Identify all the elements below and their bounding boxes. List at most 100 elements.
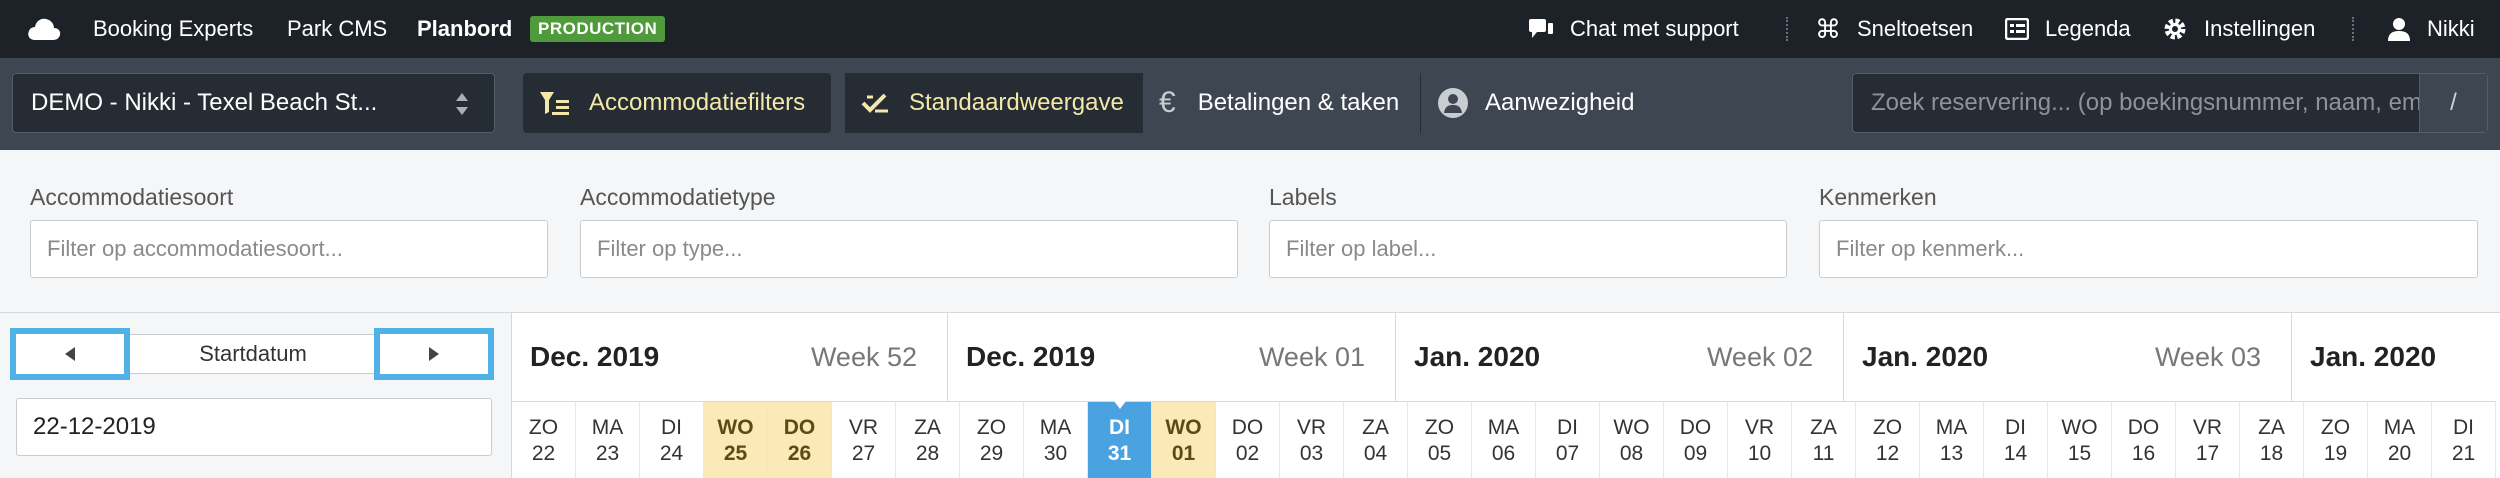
day-cell[interactable]: MA 06 — [1472, 401, 1536, 478]
filter-input-labels[interactable]: Filter op label... — [1269, 220, 1787, 278]
day-number: 15 — [2067, 441, 2092, 465]
day-number: 10 — [1747, 441, 1772, 465]
day-cell[interactable]: DI 21 — [2432, 401, 2496, 478]
view-presence-label: Aanwezigheid — [1485, 89, 1635, 116]
filter-label-accommodation-kind: Accommodatiesoort — [30, 184, 234, 210]
day-number: 24 — [659, 441, 684, 465]
accommodation-filters-button[interactable]: Accommodatiefilters — [523, 73, 831, 133]
day-weekday: WO — [1613, 415, 1650, 439]
view-standard[interactable]: Standaardweergave — [845, 73, 1142, 133]
day-cell[interactable]: VR 10 — [1728, 401, 1792, 478]
filter-input-accommodation-kind[interactable]: Filter op accommodatiesoort... — [30, 220, 548, 278]
day-cell[interactable]: MA 13 — [1920, 401, 1984, 478]
filter-icon — [539, 90, 571, 116]
week-month: Dec. 2019 — [530, 341, 660, 372]
day-weekday: ZA — [2258, 415, 2285, 439]
day-cell[interactable]: WO 25 — [704, 401, 768, 478]
filter-label-labels: Labels — [1269, 184, 1337, 210]
day-cell[interactable]: DI 14 — [1984, 401, 2048, 478]
day-cell[interactable]: ZO 22 — [512, 401, 576, 478]
view-presence[interactable]: Aanwezigheid — [1420, 73, 1660, 133]
day-number: 16 — [2131, 441, 2156, 465]
day-weekday: ZO — [528, 415, 559, 439]
day-cell[interactable]: MA 23 — [576, 401, 640, 478]
day-number: 14 — [2003, 441, 2028, 465]
week-header: Jan. 2020 — [2292, 313, 2500, 401]
day-cell[interactable]: WO 01 — [1152, 401, 1216, 478]
shortcuts-link[interactable]: ⌘ Sneltoetsen — [1815, 0, 1973, 58]
cloud-logo-icon[interactable] — [26, 0, 62, 58]
day-cell[interactable]: ZO 29 — [960, 401, 1024, 478]
day-cell[interactable]: ZA 11 — [1792, 401, 1856, 478]
filter-label-features: Kenmerken — [1819, 184, 1937, 210]
park-select-value: DEMO - Nikki - Texel Beach St... — [31, 89, 378, 116]
day-cell[interactable]: ZO 05 — [1408, 401, 1472, 478]
toolbar: DEMO - Nikki - Texel Beach St... Accommo… — [0, 58, 2500, 150]
user-name: Nikki — [2427, 16, 2475, 41]
select-arrows-icon — [454, 90, 470, 118]
day-cell-today[interactable]: DI 31 — [1088, 401, 1152, 478]
day-cell[interactable]: DO 09 — [1664, 401, 1728, 478]
park-select[interactable]: DEMO - Nikki - Texel Beach St... — [12, 73, 495, 133]
view-payments-tasks[interactable]: € Betalingen & taken — [1142, 73, 1420, 133]
day-cell[interactable]: ZA 28 — [896, 401, 960, 478]
legend-icon — [2005, 18, 2029, 40]
view-payments-tasks-label: Betalingen & taken — [1197, 89, 1400, 116]
day-weekday: ZO — [2320, 415, 2351, 439]
day-number: 19 — [2323, 441, 2348, 465]
day-number: 17 — [2195, 441, 2220, 465]
filter-input-accommodation-type[interactable]: Filter op type... — [580, 220, 1238, 278]
legend-link[interactable]: Legenda — [2005, 0, 2131, 58]
day-cell[interactable]: WO 08 — [1600, 401, 1664, 478]
nav-planbord[interactable]: Planbord — [417, 0, 512, 58]
day-number: 26 — [787, 441, 812, 465]
day-cell[interactable]: DO 26 — [768, 401, 832, 478]
day-cell[interactable]: VR 03 — [1280, 401, 1344, 478]
nav-park-cms[interactable]: Park CMS — [287, 0, 387, 58]
reservation-search-input[interactable]: Zoek reservering... (op boekingsnummer, … — [1852, 73, 2488, 133]
nav-booking-experts[interactable]: Booking Experts — [93, 0, 253, 58]
day-weekday: ZO — [1872, 415, 1903, 439]
search-placeholder: Zoek reservering... (op boekingsnummer, … — [1871, 89, 2422, 116]
day-number: 03 — [1299, 441, 1324, 465]
day-weekday: VR — [2192, 415, 2223, 439]
day-cell[interactable]: VR 27 — [832, 401, 896, 478]
day-cell[interactable]: ZO 12 — [1856, 401, 1920, 478]
chat-support-link[interactable]: Chat met support — [1528, 0, 1739, 58]
day-weekday: DI — [1557, 415, 1578, 439]
day-number: 04 — [1363, 441, 1388, 465]
previous-button[interactable] — [10, 328, 130, 380]
person-circle-icon — [1437, 87, 1469, 119]
week-number: Week 52 — [810, 342, 917, 372]
settings-link[interactable]: Instellingen — [2162, 0, 2315, 58]
day-cell[interactable]: DI 07 — [1536, 401, 1600, 478]
startdatum-label: Startdatum — [130, 334, 376, 374]
next-button[interactable] — [374, 328, 494, 380]
day-cell[interactable]: MA 20 — [2368, 401, 2432, 478]
filter-input-features[interactable]: Filter op kenmerk... — [1819, 220, 2478, 278]
day-cell[interactable]: ZA 04 — [1344, 401, 1408, 478]
command-key-icon: ⌘ — [1815, 13, 1841, 44]
user-menu[interactable]: Nikki — [2387, 0, 2475, 58]
day-cell[interactable]: DO 16 — [2112, 401, 2176, 478]
day-weekday: ZA — [1362, 415, 1389, 439]
euro-icon: € — [1159, 86, 1176, 119]
day-number: 09 — [1683, 441, 1708, 465]
day-weekday: WO — [2061, 415, 2098, 439]
day-number: 05 — [1427, 441, 1452, 465]
day-weekday: DO — [783, 415, 816, 439]
legend-label: Legenda — [2045, 16, 2131, 41]
start-date-input[interactable]: 22-12-2019 — [16, 398, 492, 456]
day-cell[interactable]: ZO 19 — [2304, 401, 2368, 478]
day-weekday: DO — [1231, 415, 1264, 439]
day-weekday: ZA — [914, 415, 941, 439]
triangle-right-icon — [427, 346, 441, 362]
day-cell[interactable]: MA 30 — [1024, 401, 1088, 478]
day-weekday: MA — [1935, 415, 1968, 439]
day-cell[interactable]: DI 24 — [640, 401, 704, 478]
day-cell[interactable]: ZA 18 — [2240, 401, 2304, 478]
day-cell[interactable]: DO 02 — [1216, 401, 1280, 478]
day-cell[interactable]: WO 15 — [2048, 401, 2112, 478]
day-cell[interactable]: VR 17 — [2176, 401, 2240, 478]
day-weekday: DI — [661, 415, 682, 439]
